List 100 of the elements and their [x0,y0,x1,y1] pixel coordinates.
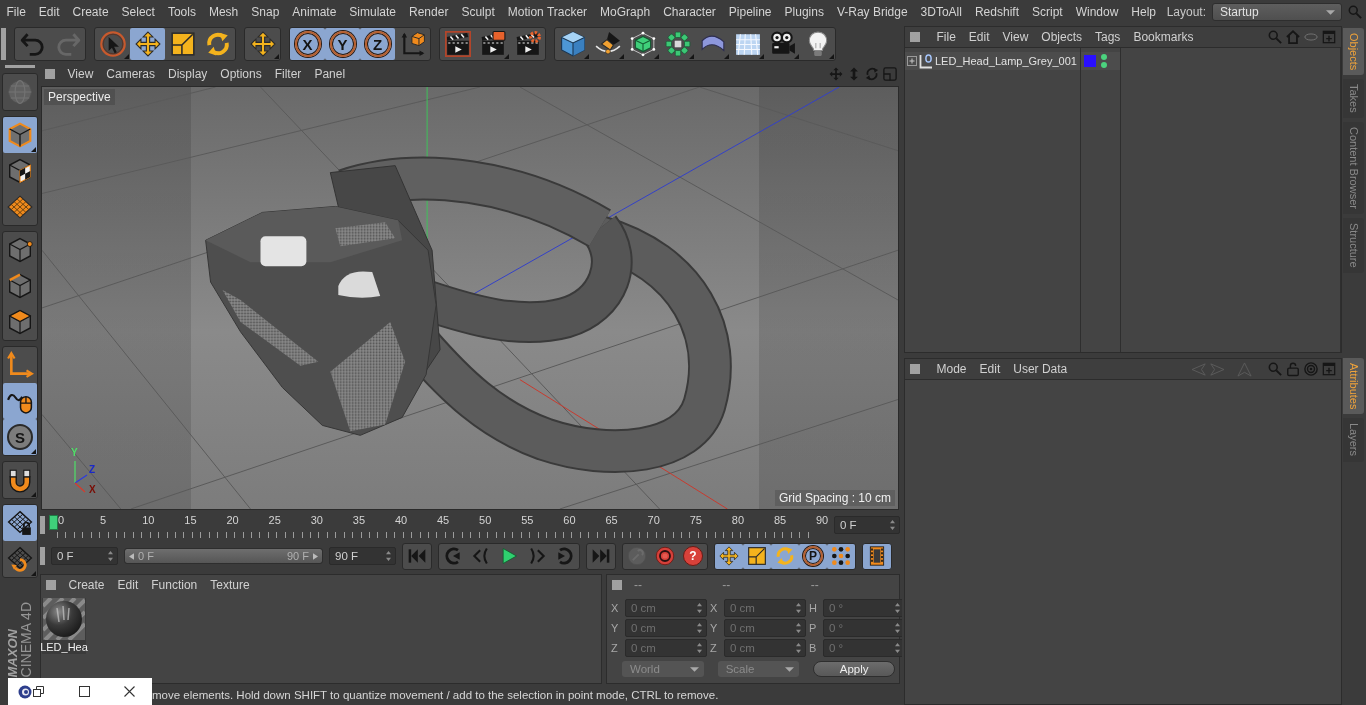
grip-handle-icon[interactable] [46,580,56,590]
key-rotation-button[interactable] [771,543,799,569]
menu-item[interactable]: Animate [285,5,343,19]
clapperboard-gear-icon [514,31,541,57]
menu-item[interactable]: MoGraph [593,5,657,19]
frame-label: 80 [731,514,744,526]
grip-handle-icon[interactable] [40,516,45,534]
start-frame-field[interactable]: 0 F [51,547,118,565]
menu-item[interactable]: Render [402,5,455,19]
frame-label: 70 [647,514,660,526]
material-item[interactable]: LED_Hea [42,598,86,654]
axis-label: H [809,602,818,614]
timeline-ruler[interactable]: 0 5 10 15 20 25 30 35 40 45 50 55 60 65 70 75 80 85 90 [49,512,830,538]
grip-handle-icon[interactable] [910,32,920,42]
menu-item[interactable]: Sculpt [454,5,502,19]
viewport[interactable]: Perspective Y Z X Grid Spacing : 10 cm [41,86,899,510]
grip-handle-icon[interactable] [40,547,45,565]
menu-item[interactable]: Objects [1034,30,1089,44]
menu-item[interactable]: Tools [161,5,203,19]
menu-item[interactable]: Motion Tracker [501,5,594,19]
menu-item[interactable]: Edit [111,578,145,592]
end-frame-field[interactable]: 90 F [329,547,396,565]
axis-lock-button[interactable]: Y [325,28,360,60]
menu-item[interactable]: File [930,30,963,44]
side-tab[interactable]: Layers [1343,418,1364,462]
key-position-button[interactable] [715,543,743,569]
menu-item[interactable]: Bookmarks [1126,30,1200,44]
axis-label: P [809,622,818,634]
expand-plus-icon[interactable] [907,56,917,66]
menu-item[interactable]: Pipeline [722,5,779,19]
object-item[interactable]: LED_Head_Lamp_Grey_001 [905,52,1080,70]
parameter-key-button[interactable]: P [799,543,827,569]
snap-button[interactable] [2,461,38,499]
menu-item[interactable]: 3DToAll [914,5,969,19]
grip-handle-icon[interactable] [45,69,55,79]
menu-item[interactable]: Simulate [342,5,403,19]
timeline-button[interactable] [862,542,892,570]
record-ring-icon [655,546,675,566]
move-tool-button[interactable] [244,27,281,61]
grid-spacing-label: Grid Spacing : 10 cm [774,490,895,506]
menu-item[interactable]: Select [115,5,162,19]
menu-item[interactable]: Panel [307,67,352,81]
axis-lock-button[interactable]: Z [360,28,395,60]
grip-handle-icon[interactable] [1,28,6,60]
menu-item[interactable]: V-Ray Bridge [830,5,915,19]
frame-label: 75 [689,514,702,526]
visibility-dot-icon[interactable] [1101,62,1107,68]
grip-handle-icon[interactable] [910,364,920,374]
menu-item[interactable]: User Data [1006,362,1074,376]
menu-item[interactable]: Create [62,578,112,592]
menu-item[interactable]: Character [656,5,723,19]
apply-button[interactable]: Apply [813,661,895,677]
visibility-dot-icon[interactable] [1101,54,1107,60]
cube-outline-icon [7,122,33,148]
menu-item[interactable]: Tags [1088,30,1127,44]
menu-item[interactable]: Snap [244,5,286,19]
menu-item[interactable]: Window [1069,5,1125,19]
go-to-start-button[interactable] [402,542,432,570]
menu-item[interactable]: Edit [973,362,1007,376]
menu-item[interactable]: Create [66,5,116,19]
menu-item[interactable]: Edit [962,30,997,44]
tweak-mode-button[interactable] [3,383,37,419]
side-tab[interactable]: Takes [1343,79,1364,119]
brand-name: MAXON [5,628,19,677]
layout-dropdown[interactable]: Startup [1212,3,1342,21]
maximize-button[interactable] [79,686,90,697]
menu-item[interactable]: File [0,5,33,19]
close-button[interactable] [124,686,135,697]
restore-button[interactable] [33,686,44,697]
playhead[interactable] [49,515,58,530]
side-tab[interactable]: Structure [1343,218,1364,273]
menu-item[interactable]: Mesh [202,5,245,19]
spinner-icon [108,551,113,561]
go-to-end-button[interactable] [586,542,616,570]
solo-button[interactable]: S [3,419,37,455]
model-mode-button[interactable] [3,117,37,153]
menu-item[interactable]: Plugins [778,5,831,19]
menu-item[interactable]: Edit [32,5,67,19]
menu-item[interactable]: Display [161,67,214,81]
menu-item[interactable]: View [61,67,100,81]
axis-lock-button[interactable]: X [290,28,325,60]
lock-workplane-button[interactable] [3,505,37,541]
menu-item[interactable]: Help [1124,5,1163,19]
menu-item[interactable]: Mode [930,362,974,376]
menu-item[interactable]: Filter [268,67,308,81]
side-tab[interactable]: Content Browser [1343,122,1364,214]
menu-item[interactable]: View [996,30,1035,44]
menu-item[interactable]: Redshift [968,5,1026,19]
grip-handle-icon[interactable] [5,65,35,68]
app-logo-icon [18,684,32,699]
move-tool-button[interactable] [130,28,165,60]
menu-item[interactable]: Cameras [99,67,162,81]
camera-icon [769,31,796,57]
menu-item[interactable]: Function [144,578,204,592]
grip-handle-icon[interactable] [612,580,622,590]
menu-item[interactable]: Script [1025,5,1070,19]
point-level-key-button[interactable] [827,543,855,569]
menu-item[interactable]: Texture [203,578,257,592]
menu-item[interactable]: Options [213,67,269,81]
current-frame-field[interactable]: 0 F [834,516,900,534]
